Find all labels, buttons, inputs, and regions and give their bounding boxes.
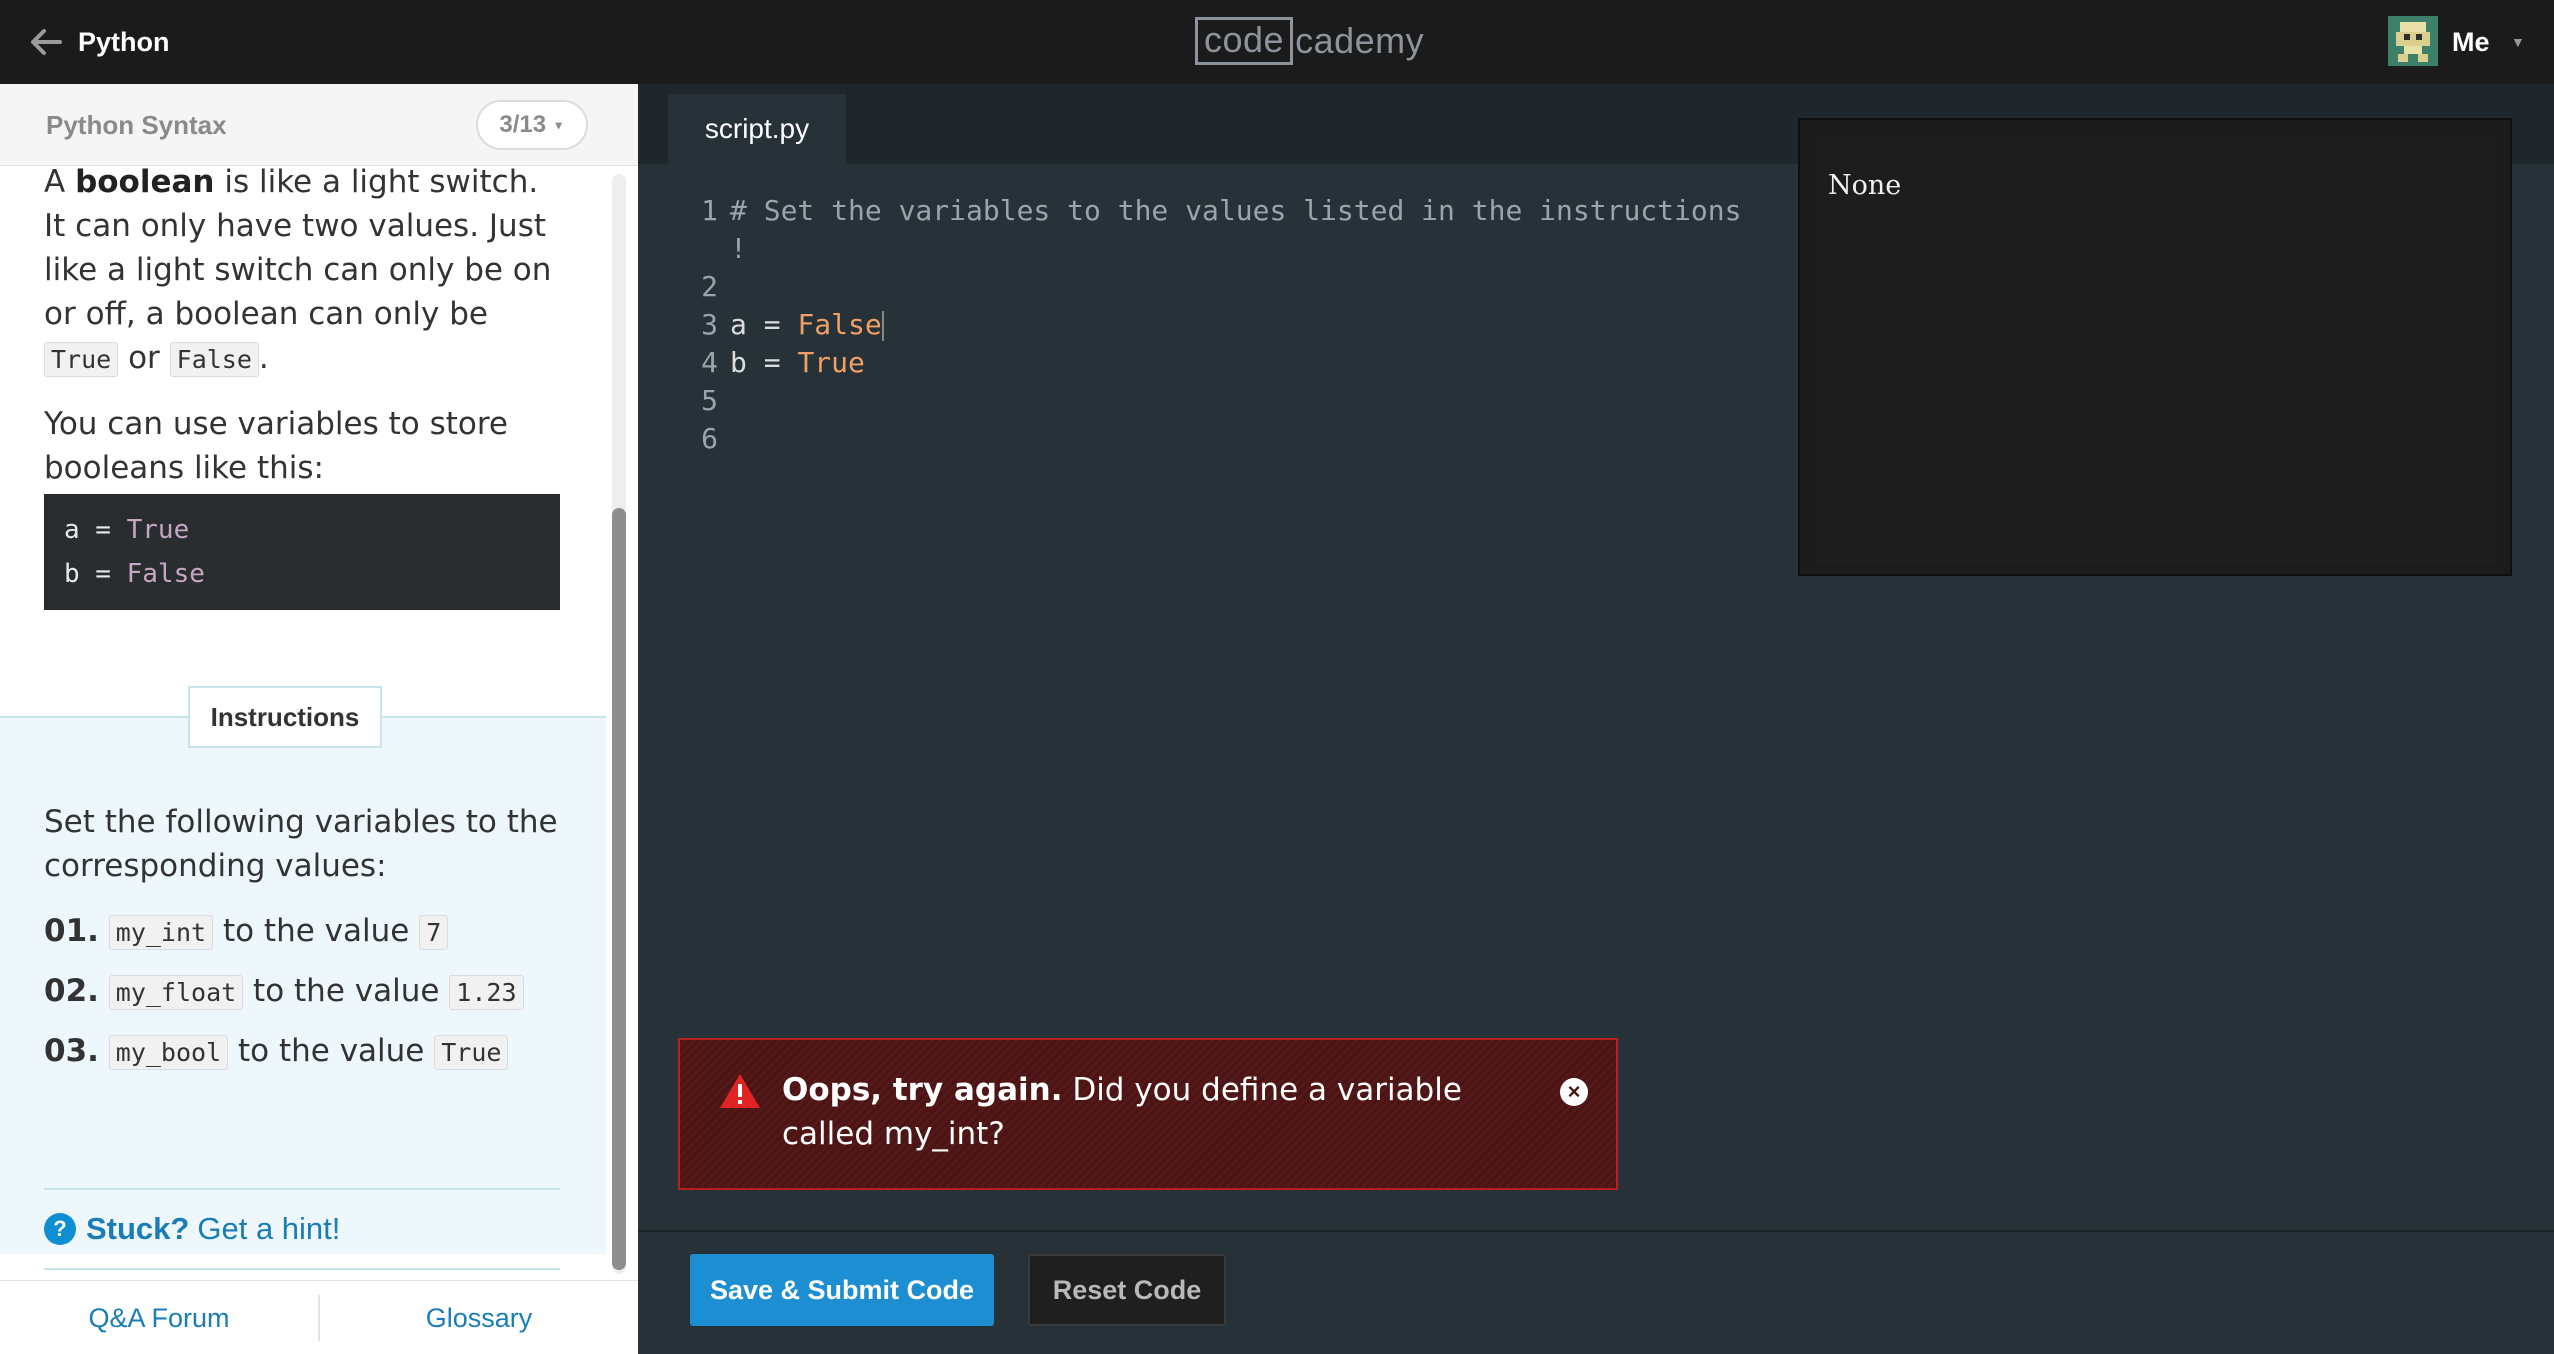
code-assign: a = xyxy=(730,308,798,341)
instructions-section: Instructions Set the following variables… xyxy=(0,686,606,1270)
code-line-4[interactable]: b = True xyxy=(730,344,865,382)
course-title[interactable]: Python xyxy=(78,22,170,62)
task-number: 03. xyxy=(44,1033,99,1069)
para-text: A xyxy=(44,164,76,200)
lesson-paragraph-2: You can use variables to store booleans … xyxy=(44,406,509,486)
top-navbar: Python code cademy Me ▼ xyxy=(0,0,2554,84)
tab-script-py[interactable]: script.py xyxy=(668,94,846,166)
logo-rest-text: cademy xyxy=(1295,20,1425,61)
reset-code-button[interactable]: Reset Code xyxy=(1028,1254,1226,1326)
inline-code-true: True xyxy=(44,342,119,377)
output-console: None xyxy=(1798,118,2512,576)
instructions-text: Set the following variables to the corre… xyxy=(44,804,558,884)
line-number: 1 xyxy=(701,194,718,227)
text-cursor xyxy=(881,311,884,341)
task-value: 1.23 xyxy=(449,975,524,1010)
task-variable: my_int xyxy=(108,915,214,950)
lesson-paragraph-1: A boolean is like a light switch. It can… xyxy=(44,160,564,382)
editor-area: script.py 1 2 3 4 5 6 # Set the variable… xyxy=(638,84,2554,1230)
inline-code-false: False xyxy=(169,342,259,377)
instructions-tab: Instructions xyxy=(188,686,382,748)
task-variable: my_bool xyxy=(108,1035,229,1070)
output-console-inner xyxy=(1816,134,2496,564)
lesson-panel: Python Syntax 3/13 ▼ A boolean is like a… xyxy=(0,84,638,1354)
instruction-task: 02. my_float to the value 1.23 xyxy=(44,968,524,1014)
task-text: to the value xyxy=(228,1033,435,1069)
lesson-header: Python Syntax 3/13 ▼ xyxy=(0,84,638,166)
code-var: a xyxy=(64,515,80,545)
boolean-term: boolean xyxy=(75,164,215,200)
save-submit-button[interactable]: Save & Submit Code xyxy=(690,1254,994,1326)
hint-row[interactable]: ? Stuck? Get a hint! xyxy=(44,1188,560,1270)
code-example-line: b = False xyxy=(64,552,540,596)
code-comment: # Set the variables to the values listed… xyxy=(730,194,1742,227)
code-keyword: True xyxy=(797,346,865,379)
line-number: 2 xyxy=(701,270,718,303)
caret-down-icon[interactable]: ▼ xyxy=(2511,32,2525,52)
code-example-block: a = True b = False xyxy=(44,494,560,610)
close-circle-icon[interactable]: × xyxy=(1560,1078,1588,1106)
code-line-1-wrap[interactable]: ! xyxy=(730,230,747,268)
output-text: None xyxy=(1828,170,1902,201)
question-circle-icon: ? xyxy=(44,1213,76,1245)
codecademy-logo[interactable]: code cademy xyxy=(1195,15,1424,67)
para-text: . xyxy=(258,340,269,376)
code-var: b xyxy=(64,559,80,589)
task-value: True xyxy=(434,1035,509,1070)
qa-forum-link[interactable]: Q&A Forum xyxy=(0,1281,318,1354)
code-comment-wrap: ! xyxy=(730,232,747,265)
lesson-title: Python Syntax xyxy=(46,110,227,140)
lesson-scrollbar-thumb[interactable] xyxy=(612,508,626,1270)
instruction-task: 01. my_int to the value 7 xyxy=(44,908,449,954)
hint-stuck-label: Stuck? xyxy=(86,1211,190,1246)
instruction-task: 03. my_bool to the value True xyxy=(44,1028,509,1074)
task-value: 7 xyxy=(419,915,449,950)
avatar-icon[interactable] xyxy=(2388,16,2438,66)
code-line-3[interactable]: a = False xyxy=(730,306,884,344)
task-variable: my_float xyxy=(108,975,244,1010)
editor-action-bar: Save & Submit Code Reset Code xyxy=(638,1230,2554,1354)
code-op: = xyxy=(79,515,127,545)
arrow-left-icon[interactable] xyxy=(26,22,66,62)
task-number: 01. xyxy=(44,913,99,949)
caret-down-icon: ▼ xyxy=(552,118,565,133)
line-number: 3 xyxy=(701,308,718,341)
user-menu-label[interactable]: Me xyxy=(2452,22,2490,62)
lesson-progress-dropdown[interactable]: 3/13 ▼ xyxy=(476,100,588,150)
logo-box-text: code xyxy=(1195,17,1294,65)
error-title: Oops, try again. xyxy=(782,1072,1063,1108)
error-text: Oops, try again. Did you define a variab… xyxy=(782,1068,1502,1156)
code-value: False xyxy=(126,559,205,589)
code-keyword: False xyxy=(797,308,882,341)
line-number: 4 xyxy=(701,346,718,379)
task-text: to the value xyxy=(243,973,450,1009)
get-hint-link[interactable]: Get a hint! xyxy=(197,1211,340,1247)
lesson-footer: Q&A Forum Glossary xyxy=(0,1280,638,1354)
code-line-1[interactable]: # Set the variables to the values listed… xyxy=(730,192,1741,230)
code-example-line: a = True xyxy=(64,508,540,552)
lesson-progress-text: 3/13 xyxy=(499,111,547,138)
glossary-link[interactable]: Glossary xyxy=(320,1281,638,1354)
lesson-content: A boolean is like a light switch. It can… xyxy=(44,160,564,508)
error-message: Oops, try again. Did you define a variab… xyxy=(678,1038,1618,1190)
code-assign: b = xyxy=(730,346,798,379)
para-text: or xyxy=(118,340,170,376)
warning-triangle-icon xyxy=(720,1074,760,1108)
line-number: 5 xyxy=(701,384,718,417)
line-number: 6 xyxy=(701,422,718,455)
task-text: to the value xyxy=(213,913,420,949)
code-op: = xyxy=(79,559,127,589)
task-number: 02. xyxy=(44,973,99,1009)
code-value: True xyxy=(126,515,190,545)
